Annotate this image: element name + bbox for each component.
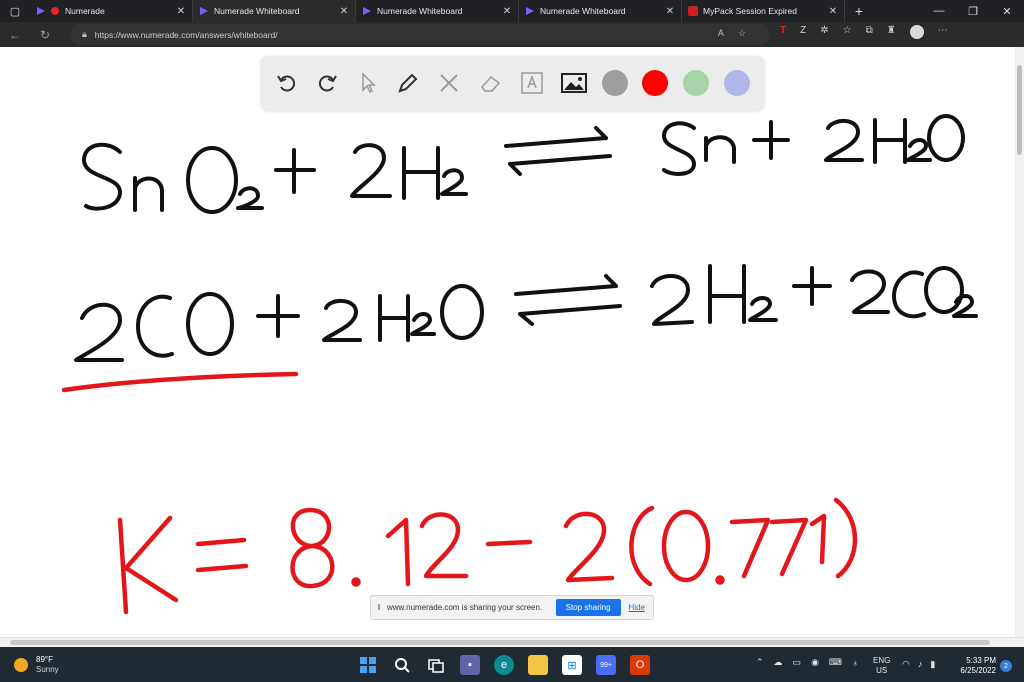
sharing-message: www.numerade.com is sharing your screen.	[387, 603, 543, 612]
tab-title: Numerade Whiteboard	[214, 6, 300, 16]
read-aloud-icon[interactable]: A☆	[718, 28, 760, 39]
tab-numerade-whiteboard-1[interactable]: Numerade Whiteboard ✕	[193, 0, 356, 22]
minimize-icon[interactable]: —	[922, 0, 956, 22]
browser-tab-strip: ▢ Numerade ✕ Numerade Whiteboard ✕ Numer…	[0, 0, 1024, 22]
collections-icon[interactable]: ⧉	[866, 25, 873, 39]
lock-icon: 🔒︎	[82, 29, 87, 39]
address-bar[interactable]: 🔒︎ https://www.numerade.com/answers/whit…	[70, 24, 770, 45]
tab-title: Numerade	[65, 6, 105, 16]
taskbar-apps: ▪ e ⊞ 99+ O	[358, 655, 650, 675]
window-controls: — ❐ ✕	[922, 0, 1024, 22]
favorites-icon[interactable]: ☆	[843, 25, 852, 39]
url-text: https://www.numerade.com/answers/whitebo…	[94, 29, 278, 40]
microphone-icon[interactable]: ♁	[852, 658, 859, 668]
tab-title: Numerade Whiteboard	[540, 6, 626, 16]
mypack-icon	[688, 6, 698, 16]
whiteboard-canvas[interactable]	[0, 47, 1024, 637]
stop-sharing-button[interactable]: Stop sharing	[555, 599, 621, 616]
notification-badge[interactable]: 2	[1000, 660, 1012, 672]
edge-icon[interactable]: e	[494, 655, 514, 675]
refresh-icon[interactable]: ↻	[30, 28, 60, 42]
weather-widget[interactable]: 89°F Sunny	[14, 655, 59, 675]
extension-icon[interactable]: T	[780, 25, 786, 39]
numerade-icon	[525, 6, 535, 16]
extension-icon[interactable]: ♜	[887, 25, 896, 39]
weather-temperature: 89°F	[36, 655, 53, 664]
new-tab-button[interactable]: +	[845, 0, 873, 22]
language-indicator[interactable]: ENG US	[873, 656, 890, 676]
volume-icon[interactable]: ♪	[918, 659, 923, 670]
keyboard-icon[interactable]: ⌨	[829, 657, 842, 668]
equation-2-ink	[74, 264, 978, 362]
onedrive-icon[interactable]: ☁	[774, 657, 783, 668]
close-window-icon[interactable]: ✕	[990, 0, 1024, 22]
file-explorer-icon[interactable]	[528, 655, 548, 675]
app-with-badge-icon[interactable]: 99+	[596, 655, 616, 675]
search-icon[interactable]	[392, 655, 412, 675]
extension-icon[interactable]: Z	[800, 25, 806, 39]
language-code: ENG	[873, 656, 891, 665]
underline-ink	[61, 371, 299, 393]
profile-avatar[interactable]	[909, 25, 924, 39]
close-tab-icon[interactable]: ✕	[339, 6, 349, 17]
windows-taskbar: 89°F Sunny ▪ e ⊞ 99+ O ⌃ ☁ ▭ ◉ ⌨ ♁ ENG U…	[0, 647, 1024, 682]
close-tab-icon[interactable]: ✕	[665, 6, 675, 17]
camera-icon[interactable]: ◉	[811, 657, 819, 668]
clock-time: 5:33 PM	[966, 656, 996, 665]
extension-icons: T Z ✲ ☆ ⧉ ♜ ⋯	[780, 25, 948, 39]
task-view-icon[interactable]	[426, 655, 446, 675]
close-tab-icon[interactable]: ✕	[176, 6, 186, 17]
recording-dot-icon	[51, 7, 59, 15]
hide-banner-link[interactable]: Hide	[629, 603, 645, 612]
equation-1-ink	[82, 114, 965, 214]
scrollbar-thumb[interactable]	[10, 640, 990, 645]
horizontal-scrollbar[interactable]	[0, 637, 1024, 647]
window-menu-icon[interactable]: ▢	[0, 0, 30, 22]
wifi-icon[interactable]: ◠	[902, 659, 910, 670]
numerade-icon	[36, 6, 46, 16]
screen-sharing-banner: ‖ www.numerade.com is sharing your scree…	[370, 595, 654, 620]
numerade-icon	[199, 6, 209, 16]
display-icon[interactable]: ▭	[793, 657, 802, 668]
region-code: US	[876, 666, 888, 675]
close-tab-icon[interactable]: ✕	[828, 6, 838, 17]
clock-date: 6/25/2022	[960, 666, 996, 675]
back-icon[interactable]: ←	[0, 28, 30, 42]
vertical-scrollbar[interactable]	[1015, 47, 1024, 637]
system-tray: ⌃ ☁ ▭ ◉ ⌨ ♁	[756, 657, 859, 668]
tab-numerade-whiteboard-3[interactable]: Numerade Whiteboard ✕	[519, 0, 682, 22]
browser-nav-bar: ← ↻ 🔒︎ https://www.numerade.com/answers/…	[0, 22, 1024, 47]
tab-numerade-whiteboard-2[interactable]: Numerade Whiteboard ✕	[356, 0, 519, 22]
tab-title: Numerade Whiteboard	[377, 6, 463, 16]
numerade-icon	[362, 6, 372, 16]
more-menu-icon[interactable]: ⋯	[938, 25, 948, 39]
weather-condition: Sunny	[36, 665, 59, 674]
restore-icon[interactable]: ❐	[956, 0, 990, 22]
close-tab-icon[interactable]: ✕	[502, 6, 512, 17]
tab-mypack-session-expired[interactable]: MyPack Session Expired ✕	[682, 0, 845, 22]
sun-icon	[14, 658, 28, 672]
office-icon[interactable]: O	[630, 655, 650, 675]
tab-title: MyPack Session Expired	[703, 6, 798, 16]
status-icons: ◠ ♪ ▮	[902, 659, 935, 670]
handwritten-ink	[61, 114, 978, 615]
start-icon[interactable]	[358, 655, 378, 675]
tab-numerade[interactable]: Numerade ✕	[30, 0, 193, 22]
screen: ▢ Numerade ✕ Numerade Whiteboard ✕ Numer…	[0, 0, 1024, 682]
battery-icon[interactable]: ▮	[930, 659, 935, 670]
chat-icon[interactable]: ▪	[460, 655, 480, 675]
clock[interactable]: 5:33 PM 6/25/2022	[950, 656, 996, 676]
puzzle-icon[interactable]: ✲	[820, 25, 828, 39]
drag-handle-icon[interactable]: ‖	[371, 603, 387, 612]
store-icon[interactable]: ⊞	[562, 655, 582, 675]
chevron-up-icon[interactable]: ⌃	[756, 657, 764, 668]
scrollbar-thumb[interactable]	[1017, 65, 1022, 155]
